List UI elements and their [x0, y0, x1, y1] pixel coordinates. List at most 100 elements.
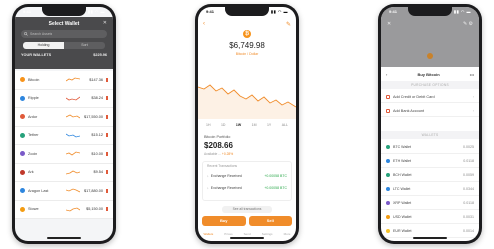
notch [225, 7, 269, 16]
wallet-amount: 0.0118 [463, 201, 474, 205]
wallet-row[interactable]: Ark $9.54 [15, 163, 113, 182]
see-all-button[interactable]: See all transactions [222, 206, 272, 213]
tab-item[interactable]: Prices [224, 232, 232, 236]
search-placeholder: Search Assets [30, 32, 53, 36]
balance-value: $208.66 [204, 141, 233, 150]
period-option[interactable]: 1Y [267, 123, 271, 127]
wallet-name: BCH Wallet [393, 173, 412, 177]
tab-item[interactable]: More [284, 232, 291, 236]
section-label: YOUR WALLETS [21, 53, 52, 57]
back-icon[interactable]: ‹ [203, 21, 205, 28]
status-icons: ▮▮ ◠ ▬ [453, 9, 471, 14]
bitcoin-icon: ₿ [243, 30, 251, 38]
select-wallet-screen: 9:41 ▮▮ ◠ ▬ Select Wallet ✕ Search Asset… [15, 7, 113, 241]
option-label: Add Credit or Debit Card [393, 94, 435, 99]
edit-settings-icon[interactable]: ✎ ⚙ [463, 21, 473, 27]
chevron-right-icon: › [472, 108, 474, 113]
period-option[interactable]: 1M [252, 123, 257, 127]
edit-icon[interactable]: ✎ [286, 21, 291, 28]
coin-icon [20, 169, 25, 175]
wallet-name: Ark [28, 170, 34, 175]
wallet-amount: 0.0014 [463, 229, 474, 233]
wallet-row[interactable]: Ardor $17,550.00 [15, 108, 113, 127]
phone-buy-bitcoin: 9:41 ▮▮ ◠ ▬ ✕ ✎ ⚙ ‹ Buy Bitcoin ••• PURC… [378, 4, 482, 244]
transaction-row[interactable]: ↓ Exchange Received +0.00058 BTC [207, 184, 287, 192]
tab-sort[interactable]: Sort [64, 42, 105, 49]
wallet-name: EUR Wallet [393, 229, 412, 233]
sell-button[interactable]: Sell [248, 216, 292, 226]
wallet-option[interactable]: USD Wallet 0.0031 [381, 211, 479, 224]
more-icon[interactable]: ••• [470, 72, 474, 77]
tab-item[interactable]: Send [244, 232, 251, 236]
transaction-row[interactable]: ↓ Exchange Received +0.00058 BTC [207, 172, 287, 180]
wallet-name: LTC Wallet [393, 187, 411, 191]
coin-icon [20, 132, 25, 138]
price-chart [198, 84, 296, 119]
wallet-row[interactable]: Tether $15.12 [15, 126, 113, 145]
transactions-header: Recent Transactions [207, 164, 238, 168]
period-option[interactable]: 1H [206, 123, 210, 127]
back-icon[interactable]: ‹ [386, 72, 387, 77]
change-indicator [106, 133, 108, 138]
wallet-row[interactable]: Ripple $38.24 [15, 89, 113, 108]
wallet-option[interactable]: LTC Wallet 0.0344 [381, 183, 479, 196]
wallet-name: Ardor [28, 114, 38, 119]
wallet-row[interactable]: Zcoin $10.00 [15, 145, 113, 164]
wallets-section-header: YOUR WALLETS $225.96 [21, 53, 107, 57]
home-indicator [230, 237, 264, 239]
transaction-amount: +0.00058 BTC [264, 174, 287, 178]
wallet-row[interactable]: Bitcoin $147.36 [15, 71, 113, 90]
period-option[interactable]: 1D [221, 123, 225, 127]
sparkline [66, 188, 80, 193]
wallet-row[interactable]: Aragon Last $17,880.00 [15, 182, 113, 201]
coin-icon [386, 215, 390, 219]
sparkline [66, 77, 80, 82]
phone-coin-detail: 9:41 ▮▮ ◠ ▬ ‹ ✎ ₿ $6,749.98 Bitcoin / Do… [195, 4, 299, 244]
wallet-option[interactable]: XRP Wallet 0.0118 [381, 197, 479, 210]
wallet-name: Aragon Last [28, 188, 49, 193]
buy-button[interactable]: Buy [202, 216, 246, 226]
change-indicator [106, 96, 108, 101]
add-card-option[interactable]: Add Credit or Debit Card › [381, 91, 479, 103]
search-input[interactable]: Search Assets [21, 30, 107, 38]
tab-holding[interactable]: Holding [23, 42, 64, 49]
sparkline [66, 151, 80, 156]
period-option[interactable]: 1W [236, 123, 241, 127]
top-nav: ‹ ✎ [203, 21, 291, 28]
coin-icon [386, 159, 390, 163]
chevron-right-icon: › [472, 94, 474, 99]
coin-icon [20, 188, 25, 194]
tab-item[interactable]: Settings [262, 232, 273, 236]
transaction-label: Exchange Received [210, 186, 242, 190]
status-time: 9:41 [206, 9, 215, 14]
wallet-value: $17,880.00 [83, 188, 103, 193]
balance-label: Bitcoin Portfolio [204, 135, 231, 139]
receive-arrow-icon: ↓ [207, 174, 209, 178]
background-nav: ✕ ✎ ⚙ [387, 21, 473, 27]
wallet-row[interactable]: Stowe $5,150.00 [15, 200, 113, 219]
wallet-option[interactable]: ETH Wallet 0.0118 [381, 155, 479, 168]
coin-icon [386, 201, 390, 205]
coin-detail-screen: 9:41 ▮▮ ◠ ▬ ‹ ✎ ₿ $6,749.98 Bitcoin / Do… [198, 7, 296, 241]
wallet-option[interactable]: BTC Wallet 0.0025 [381, 141, 479, 154]
section-total: $225.96 [93, 53, 107, 57]
balance-subtitle: Available ... +0.28% [204, 152, 233, 156]
tab-item[interactable]: Wallets [204, 232, 214, 236]
close-icon[interactable]: ✕ [103, 20, 107, 26]
balance-change: +0.28% [221, 152, 234, 156]
status-icons: ▮▮ ◠ ▬ [87, 9, 105, 14]
coin-icon [20, 206, 25, 212]
close-icon[interactable]: ✕ [387, 21, 391, 27]
period-option[interactable]: ALL [282, 123, 288, 127]
coin-icon [386, 229, 390, 233]
sparkline [66, 114, 80, 119]
wallet-option[interactable]: BCH Wallet 0.0059 [381, 169, 479, 182]
wallet-value: $9.54 [93, 170, 103, 175]
wallet-name: ETH Wallet [393, 159, 412, 163]
phone-select-wallet: 9:41 ▮▮ ◠ ▬ Select Wallet ✕ Search Asset… [12, 4, 116, 244]
wallet-list: Bitcoin $147.36 Ripple $38.24 Ardor $17,550.0… [15, 71, 113, 219]
add-bank-option[interactable]: Add Bank Account › [381, 105, 479, 117]
wallet-name: Zcoin [28, 151, 38, 156]
transaction-label: Exchange Received [210, 174, 242, 178]
option-label: Add Bank Account [393, 108, 425, 113]
